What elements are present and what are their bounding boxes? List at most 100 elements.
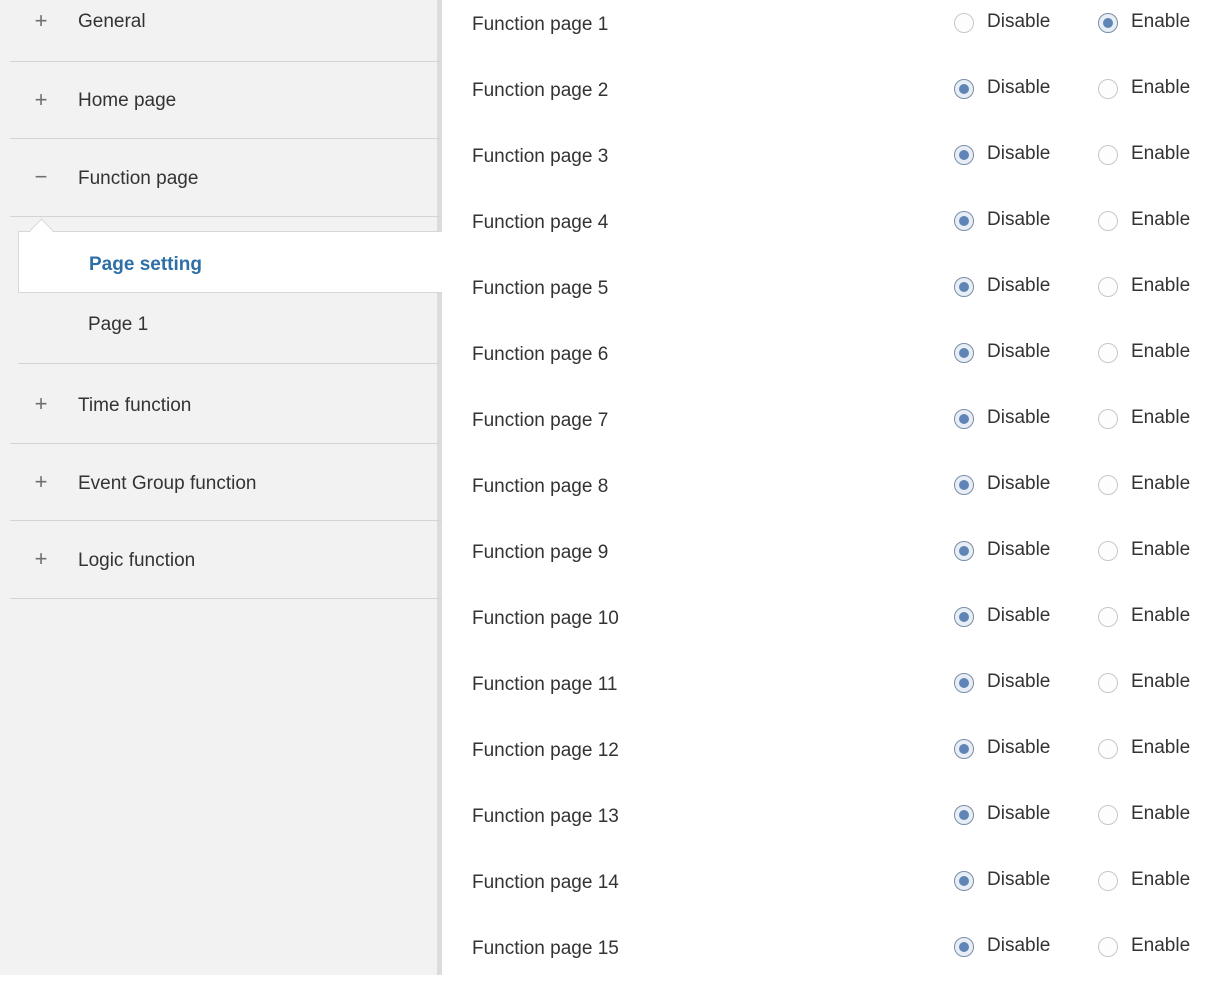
- radio-label: Enable: [1131, 737, 1191, 758]
- function-page-label: Function page 12: [472, 740, 619, 761]
- radio-circle-icon[interactable]: [1098, 541, 1118, 561]
- radio-label: Disable: [987, 341, 1051, 362]
- function-page-label: Function page 5: [472, 278, 609, 299]
- radio-label: Enable: [1131, 935, 1191, 956]
- radio-circle-icon[interactable]: [1098, 871, 1118, 891]
- expand-icon[interactable]: +: [30, 8, 52, 34]
- sidebar-item-label: Home page: [78, 90, 177, 111]
- function-page-label: Function page 6: [472, 344, 609, 365]
- radio-label: Disable: [987, 143, 1051, 164]
- radio-circle-icon[interactable]: [1098, 805, 1118, 825]
- radio-circle-icon[interactable]: [1098, 79, 1118, 99]
- radio-circle-icon[interactable]: [954, 145, 974, 165]
- sidebar-item-general[interactable]: + General: [10, 0, 442, 62]
- radio-label: Enable: [1131, 671, 1191, 692]
- sidebar: + General + Home page − Function page Pa…: [0, 0, 442, 975]
- radio-circle-icon[interactable]: [954, 79, 974, 99]
- function-page-label: Function page 8: [472, 476, 609, 497]
- radio-circle-icon[interactable]: [1098, 409, 1118, 429]
- radio-circle-icon[interactable]: [1098, 673, 1118, 693]
- radio-label: Enable: [1131, 77, 1191, 98]
- expand-icon[interactable]: +: [30, 87, 52, 113]
- radio-label: Enable: [1131, 275, 1191, 296]
- expand-icon[interactable]: +: [30, 546, 52, 572]
- radio-circle-icon[interactable]: [1098, 343, 1118, 363]
- radio-circle-icon[interactable]: [954, 343, 974, 363]
- radio-label: Disable: [987, 407, 1051, 428]
- function-page-row: Function page 2 Disable Enable: [442, 66, 1225, 132]
- radio-circle-icon[interactable]: [1098, 277, 1118, 297]
- sidebar-item-label: Event Group function: [78, 473, 257, 494]
- radio-circle-icon[interactable]: [954, 277, 974, 297]
- radio-circle-icon[interactable]: [954, 475, 974, 495]
- radio-label: Disable: [987, 275, 1051, 296]
- collapse-icon[interactable]: −: [30, 164, 52, 190]
- radio-circle-icon[interactable]: [954, 871, 974, 891]
- radio-label: Enable: [1131, 473, 1191, 494]
- sidebar-item-function-page[interactable]: − Function page: [10, 139, 442, 217]
- radio-label: Enable: [1131, 143, 1191, 164]
- radio-circle-icon[interactable]: [954, 409, 974, 429]
- function-page-label: Function page 14: [472, 872, 619, 893]
- function-page-label: Function page 4: [472, 212, 609, 233]
- function-page-label: Function page 11: [472, 674, 618, 695]
- radio-circle-icon[interactable]: [1098, 145, 1118, 165]
- sidebar-item-logic-function[interactable]: + Logic function: [10, 521, 442, 599]
- radio-label: Disable: [987, 671, 1051, 692]
- function-page-label: Function page 7: [472, 410, 609, 431]
- sidebar-item-home-page[interactable]: + Home page: [10, 62, 442, 139]
- radio-circle-icon[interactable]: [954, 541, 974, 561]
- function-page-row: Function page 12 Disable Enable: [442, 726, 1225, 792]
- function-page-row: Function page 4 Disable Enable: [442, 198, 1225, 264]
- function-page-row: Function page 13 Disable Enable: [442, 792, 1225, 858]
- radio-circle-icon[interactable]: [1098, 607, 1118, 627]
- sidebar-subitem-label: Page 1: [88, 314, 149, 335]
- function-page-row: Function page 9 Disable Enable: [442, 528, 1225, 594]
- radio-circle-icon[interactable]: [1098, 739, 1118, 759]
- sidebar-item-label: Function page: [78, 168, 199, 189]
- expand-icon[interactable]: +: [30, 391, 52, 417]
- radio-label: Disable: [987, 209, 1051, 230]
- sidebar-subitem-label: Page setting: [89, 254, 202, 275]
- sidebar-item-event-group-function[interactable]: + Event Group function: [10, 444, 442, 521]
- radio-circle-icon[interactable]: [954, 739, 974, 759]
- radio-circle-icon[interactable]: [954, 673, 974, 693]
- function-page-row: Function page 3 Disable Enable: [442, 132, 1225, 198]
- sidebar-item-label: General: [78, 11, 146, 32]
- radio-label: Disable: [987, 77, 1051, 98]
- radio-circle-icon[interactable]: [1098, 211, 1118, 231]
- function-page-row: Function page 14 Disable Enable: [442, 858, 1225, 924]
- sidebar-subitem-page-setting[interactable]: Page setting: [18, 231, 442, 293]
- radio-label: Disable: [987, 605, 1051, 626]
- expand-icon[interactable]: +: [30, 469, 52, 495]
- sidebar-item-time-function[interactable]: + Time function: [10, 366, 442, 444]
- radio-label: Disable: [987, 539, 1051, 560]
- radio-label: Disable: [987, 11, 1051, 32]
- function-page-row: Function page 11 Disable Enable: [442, 660, 1225, 726]
- radio-label: Enable: [1131, 803, 1191, 824]
- radio-circle-icon[interactable]: [1098, 13, 1118, 33]
- radio-label: Disable: [987, 935, 1051, 956]
- radio-circle-icon[interactable]: [1098, 475, 1118, 495]
- radio-circle-icon[interactable]: [954, 805, 974, 825]
- radio-label: Disable: [987, 737, 1051, 758]
- function-page-row: Function page 15 Disable Enable: [442, 924, 1225, 990]
- function-page-row: Function page 1 Disable Enable: [442, 0, 1225, 66]
- function-page-row: Function page 7 Disable Enable: [442, 396, 1225, 462]
- function-page-label: Function page 3: [472, 146, 609, 167]
- radio-circle-icon[interactable]: [954, 211, 974, 231]
- radio-label: Enable: [1131, 407, 1191, 428]
- radio-circle-icon[interactable]: [1098, 937, 1118, 957]
- radio-circle-icon[interactable]: [954, 607, 974, 627]
- radio-label: Enable: [1131, 539, 1191, 560]
- radio-circle-icon[interactable]: [954, 13, 974, 33]
- radio-circle-icon[interactable]: [954, 937, 974, 957]
- radio-label: Enable: [1131, 605, 1191, 626]
- sidebar-subitem-page-1[interactable]: Page 1: [18, 294, 442, 364]
- function-page-row: Function page 10 Disable Enable: [442, 594, 1225, 660]
- radio-label: Enable: [1131, 11, 1191, 32]
- function-page-label: Function page 13: [472, 806, 619, 827]
- sidebar-item-label: Time function: [78, 395, 192, 416]
- radio-label: Enable: [1131, 341, 1191, 362]
- function-page-label: Function page 10: [472, 608, 619, 629]
